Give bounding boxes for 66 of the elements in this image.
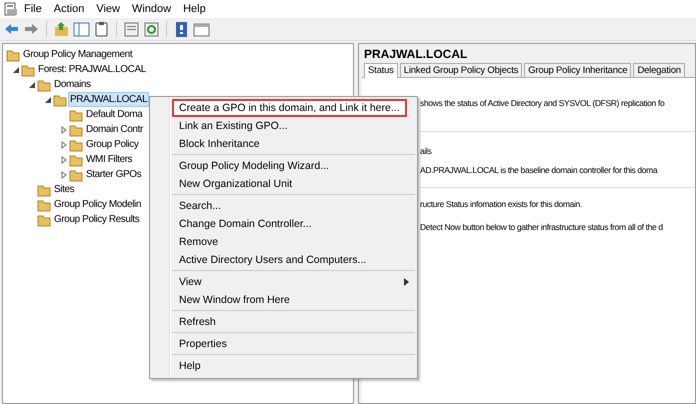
clipboard-icon[interactable] xyxy=(93,20,110,38)
tree-item[interactable]: Domain Contr xyxy=(84,122,145,137)
tree-item[interactable]: Domains xyxy=(52,77,93,92)
menu-item[interactable]: Help xyxy=(177,3,212,15)
menu-item[interactable]: Change Domain Controller... xyxy=(172,215,413,233)
menu-item[interactable]: New Organizational Unit xyxy=(172,175,413,193)
menu-item[interactable]: File xyxy=(18,3,48,15)
menu-item[interactable]: View xyxy=(172,273,413,291)
folder-icon xyxy=(69,122,83,136)
list-window-icon[interactable] xyxy=(123,20,140,38)
panel-icon[interactable] xyxy=(193,20,210,38)
expanded-arrow-icon[interactable] xyxy=(12,66,20,74)
tree-item[interactable]: WMI Filters xyxy=(84,152,134,167)
menu-item[interactable]: Help xyxy=(172,357,413,375)
tab[interactable]: Group Policy Inheritance xyxy=(524,63,632,77)
status-text: shows the status of Active Directory and SYSVOL (DFSR) replication fo xyxy=(420,97,666,109)
tree-item[interactable]: Group Policy Results xyxy=(52,212,142,227)
menu-item[interactable]: Block Inheritance xyxy=(172,135,413,153)
tree-item[interactable]: Group Policy Modelin xyxy=(52,197,144,212)
tree-item[interactable]: Sites xyxy=(52,182,76,197)
menu-item[interactable]: Remove xyxy=(172,233,413,251)
tree-item[interactable]: Group Policy xyxy=(84,137,140,152)
console-icon[interactable] xyxy=(4,2,18,16)
tree-item[interactable]: Default Doma xyxy=(84,107,144,122)
status-text: AD.PRAJWAL.LOCAL is the baseline domain controller for this doma xyxy=(420,164,659,176)
collapsed-arrow-icon[interactable] xyxy=(60,140,68,148)
menu-item[interactable]: Refresh xyxy=(172,313,413,331)
menu-item[interactable]: View xyxy=(90,3,126,15)
tab[interactable]: Linked Group Policy Objects xyxy=(400,63,522,77)
menu-item[interactable]: Active Directory Users and Computers... xyxy=(172,251,413,269)
status-text: ructure Status infomation exists for this domain. xyxy=(420,187,695,210)
section-heading: ails xyxy=(420,131,695,157)
tree-item[interactable]: PRAJWAL.LOCAL xyxy=(68,92,150,107)
tree-panel-icon[interactable] xyxy=(73,20,90,38)
folder-icon xyxy=(6,48,20,62)
menu-item[interactable]: Create a GPO in this domain, and Link it here... xyxy=(172,99,407,117)
menu-item[interactable]: Link an Existing GPO... xyxy=(172,117,413,135)
folder-icon xyxy=(69,138,83,152)
folder-icon xyxy=(53,92,67,106)
folder-up-icon[interactable] xyxy=(53,20,70,38)
menu-item[interactable]: Search... xyxy=(172,197,413,215)
tab[interactable]: Delegation xyxy=(633,63,685,77)
refresh-icon[interactable] xyxy=(143,20,160,38)
folder-icon xyxy=(37,78,51,92)
folder-icon xyxy=(37,182,51,196)
expanded-arrow-icon[interactable] xyxy=(44,96,52,104)
menu-item[interactable]: New Window from Here xyxy=(172,291,413,309)
menu-item[interactable]: Group Policy Modeling Wizard... xyxy=(172,157,413,175)
folder-icon xyxy=(37,198,51,212)
collapsed-arrow-icon[interactable] xyxy=(60,170,68,178)
expanded-arrow-icon[interactable] xyxy=(28,80,36,88)
menu-item[interactable]: Properties xyxy=(172,335,413,353)
folder-icon xyxy=(37,212,51,226)
menu-item[interactable]: Window xyxy=(126,3,178,15)
folder-icon xyxy=(69,152,83,166)
folder-icon xyxy=(21,62,35,76)
tree-item[interactable]: Starter GPOs xyxy=(84,167,144,182)
menu-item[interactable]: Action xyxy=(48,3,90,15)
tree-item[interactable]: Group Policy Management xyxy=(21,47,134,62)
collapsed-arrow-icon[interactable] xyxy=(60,126,68,134)
collapsed-arrow-icon[interactable] xyxy=(60,156,68,164)
folder-icon xyxy=(69,168,83,182)
tree-item[interactable]: Forest: PRAJWAL.LOCAL xyxy=(36,62,148,77)
pane-title: PRAJWAL.LOCAL xyxy=(363,47,468,62)
tab[interactable]: Status xyxy=(364,63,398,78)
status-text: Detect Now button below to gather infrastructure status from all of the d xyxy=(420,221,664,233)
